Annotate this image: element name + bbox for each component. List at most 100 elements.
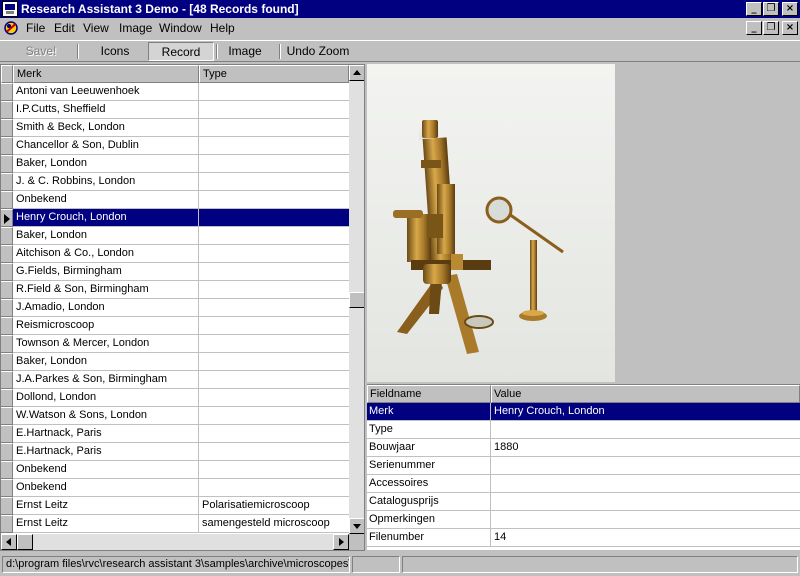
record-row[interactable]: Henry Crouch, London <box>1 209 349 227</box>
record-button[interactable]: Record <box>148 42 214 61</box>
record-merk-cell[interactable]: Henry Crouch, London <box>13 209 199 227</box>
scroll-up-button[interactable] <box>349 65 364 81</box>
field-value-cell[interactable]: 1880 <box>491 439 800 457</box>
record-row[interactable]: Aitchison & Co., London <box>1 245 349 263</box>
record-type-cell[interactable] <box>199 335 349 353</box>
record-merk-cell[interactable]: Ernst Leitz <box>13 497 199 515</box>
column-header-type[interactable]: Type <box>199 65 349 83</box>
row-indicator[interactable] <box>1 299 13 317</box>
record-type-cell[interactable] <box>199 389 349 407</box>
record-row[interactable]: I.P.Cutts, Sheffield <box>1 101 349 119</box>
record-type-cell[interactable]: Polarisatiemicroscoop <box>199 497 349 515</box>
field-row[interactable]: Filenumber 14 <box>367 529 800 547</box>
record-type-cell[interactable] <box>199 263 349 281</box>
row-indicator[interactable] <box>1 461 13 479</box>
row-indicator[interactable] <box>1 83 13 101</box>
record-merk-cell[interactable]: Smith & Beck, London <box>13 119 199 137</box>
restore-button[interactable]: ❐ <box>763 2 779 16</box>
row-indicator[interactable] <box>1 353 13 371</box>
record-merk-cell[interactable]: Onbekend <box>13 461 199 479</box>
horizontal-scroll-thumb[interactable] <box>17 534 33 550</box>
record-row[interactable]: W.Watson & Sons, London <box>1 407 349 425</box>
record-type-cell[interactable] <box>199 191 349 209</box>
row-indicator[interactable] <box>1 245 13 263</box>
record-type-cell[interactable] <box>199 407 349 425</box>
record-row[interactable]: Ernst Leitz samengesteld microscoop <box>1 515 349 533</box>
vertical-scroll-thumb[interactable] <box>349 292 364 308</box>
current-row-arrow-icon[interactable] <box>1 209 13 227</box>
scroll-left-button[interactable] <box>1 534 17 550</box>
fields-grid[interactable]: Fieldname Value Merk Henry Crouch, London… <box>367 384 800 550</box>
row-indicator[interactable] <box>1 425 13 443</box>
record-merk-cell[interactable]: Townson & Mercer, London <box>13 335 199 353</box>
save-button[interactable]: Save! <box>8 42 74 61</box>
record-merk-cell[interactable]: G.Fields, Birmingham <box>13 263 199 281</box>
record-merk-cell[interactable]: Dollond, London <box>13 389 199 407</box>
record-type-cell[interactable] <box>199 461 349 479</box>
field-row[interactable]: Bouwjaar 1880 <box>367 439 800 457</box>
row-indicator[interactable] <box>1 479 13 497</box>
record-merk-cell[interactable]: I.P.Cutts, Sheffield <box>13 101 199 119</box>
records-grid[interactable]: Merk Type Antoni van Leeuwenhoek I.P.Cutt… <box>0 64 365 551</box>
field-row[interactable]: Type <box>367 421 800 439</box>
record-merk-cell[interactable]: W.Watson & Sons, London <box>13 407 199 425</box>
child-close-button[interactable]: × <box>782 21 798 35</box>
record-row[interactable]: Ernst Leitz Polarisatiemicroscoop <box>1 497 349 515</box>
field-row[interactable]: Serienummer <box>367 457 800 475</box>
record-type-cell[interactable] <box>199 245 349 263</box>
field-row[interactable]: Catalogusprijs <box>367 493 800 511</box>
record-type-cell[interactable] <box>199 209 349 227</box>
record-row[interactable]: Townson & Mercer, London <box>1 335 349 353</box>
record-merk-cell[interactable]: Aitchison & Co., London <box>13 245 199 263</box>
record-merk-cell[interactable]: R.Field & Son, Birmingham <box>13 281 199 299</box>
record-row[interactable]: Onbekend <box>1 191 349 209</box>
record-type-cell[interactable] <box>199 317 349 335</box>
row-indicator[interactable] <box>1 515 13 533</box>
record-merk-cell[interactable]: J.Amadio, London <box>13 299 199 317</box>
row-indicator[interactable] <box>1 119 13 137</box>
record-merk-cell[interactable]: Onbekend <box>13 191 199 209</box>
field-value-cell[interactable] <box>491 493 800 511</box>
record-type-cell[interactable] <box>199 479 349 497</box>
horizontal-scrollbar[interactable] <box>1 534 349 550</box>
row-indicator[interactable] <box>1 263 13 281</box>
record-row[interactable]: J. & C. Robbins, London <box>1 173 349 191</box>
record-row[interactable]: Dollond, London <box>1 389 349 407</box>
microscope-photo[interactable] <box>367 64 615 382</box>
document-window-icon[interactable] <box>3 20 19 36</box>
field-value-cell[interactable] <box>491 421 800 439</box>
row-indicator[interactable] <box>1 281 13 299</box>
record-row[interactable]: J.Amadio, London <box>1 299 349 317</box>
record-row[interactable]: R.Field & Son, Birmingham <box>1 281 349 299</box>
row-indicator[interactable] <box>1 317 13 335</box>
row-indicator[interactable] <box>1 101 13 119</box>
record-merk-cell[interactable]: E.Hartnack, Paris <box>13 443 199 461</box>
record-merk-cell[interactable]: Baker, London <box>13 227 199 245</box>
field-value-cell[interactable] <box>491 475 800 493</box>
row-indicator[interactable] <box>1 443 13 461</box>
field-value-cell[interactable]: 14 <box>491 529 800 547</box>
undo-zoom-button[interactable]: Undo Zoom <box>284 42 352 61</box>
row-indicator[interactable] <box>1 407 13 425</box>
record-row[interactable]: Onbekend <box>1 479 349 497</box>
record-type-cell[interactable] <box>199 353 349 371</box>
child-restore-button[interactable]: ❐ <box>763 21 779 35</box>
row-indicator[interactable] <box>1 227 13 245</box>
field-value-cell[interactable]: Henry Crouch, London <box>491 403 800 421</box>
record-row[interactable]: Smith & Beck, London <box>1 119 349 137</box>
record-merk-cell[interactable]: Reismicroscoop <box>13 317 199 335</box>
field-row[interactable]: Merk Henry Crouch, London <box>367 403 800 421</box>
record-type-cell[interactable] <box>199 173 349 191</box>
record-type-cell[interactable] <box>199 299 349 317</box>
record-row[interactable]: G.Fields, Birmingham <box>1 263 349 281</box>
record-merk-cell[interactable]: Baker, London <box>13 155 199 173</box>
row-indicator[interactable] <box>1 497 13 515</box>
record-type-cell[interactable] <box>199 281 349 299</box>
menu-view[interactable]: View <box>83 21 109 35</box>
record-row[interactable]: Reismicroscoop <box>1 317 349 335</box>
row-indicator[interactable] <box>1 137 13 155</box>
record-type-cell[interactable] <box>199 371 349 389</box>
record-row[interactable]: Baker, London <box>1 155 349 173</box>
close-button[interactable]: × <box>782 2 798 16</box>
icons-button[interactable]: Icons <box>82 42 148 61</box>
